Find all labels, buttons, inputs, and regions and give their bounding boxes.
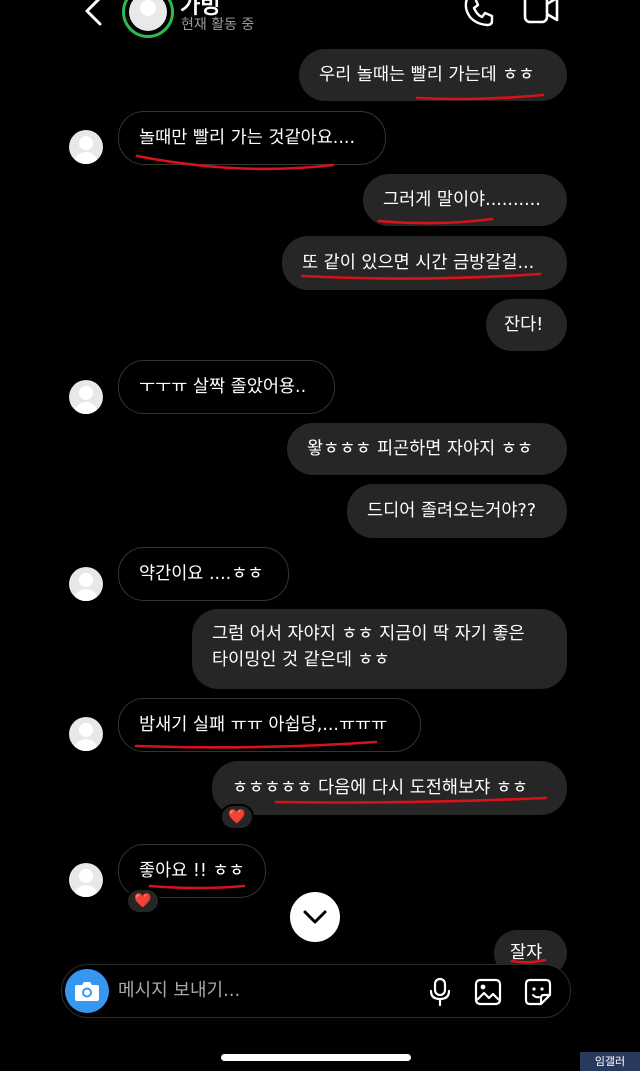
message-text: 약간이요 ....ㅎㅎ — [139, 564, 264, 584]
scroll-to-bottom-button[interactable] — [290, 892, 340, 942]
message-text: ㅜㅜㅠ 살짝 졸았어용.. — [139, 377, 307, 397]
message-text: 좋아요 !! ㅎㅎ — [139, 861, 245, 881]
message-text: ㅎㅎㅎㅎㅎ 다음에 다시 도전해보쟈 ㅎㅎ — [232, 778, 528, 798]
message-bubble[interactable]: 드디어 졸려오는거야?? — [347, 484, 567, 538]
camera-button[interactable] — [65, 969, 109, 1013]
message-bubble[interactable]: 왛ㅎㅎㅎ 피곤하면 자야지 ㅎㅎ — [287, 423, 567, 475]
camera-icon — [75, 982, 99, 1001]
message-bubble[interactable]: 그럼 어서 자야지 ㅎㅎ 지금이 딱 자기 좋은 타이밍인 것 같은데 ㅎㅎ — [192, 609, 567, 689]
message-bubble[interactable]: ㅜㅜㅠ 살짝 졸았어용.. — [118, 360, 335, 414]
active-status: 현재 활동 중 — [181, 17, 255, 33]
message-text: 우리 놀때는 빨리 가는데 ㅎㅎ — [319, 65, 535, 85]
video-call-icon[interactable] — [522, 0, 560, 26]
chevron-down-icon — [303, 910, 327, 924]
message-bubble[interactable]: 그러게 말이야.......... — [363, 174, 567, 226]
message-bubble[interactable]: 밤새기 실패 ㅠㅠ 아쉽당,...ㅠㅠㅠ — [118, 698, 421, 752]
message-input[interactable]: 메시지 보내기... — [118, 965, 408, 1017]
sticker-icon[interactable] — [523, 977, 553, 1007]
message-thread: 가빙 현재 활동 중 우리 놀때는 빨리 가는데 ㅎㅎ 놀때만 빨리 가는 것같… — [0, 0, 640, 1071]
message-text: 잔다! — [504, 315, 544, 335]
message-text: 왛ㅎㅎㅎ 피곤하면 자야지 ㅎㅎ — [307, 439, 533, 459]
message-text: 놀때만 빨리 가는 것같아요.... — [139, 128, 356, 148]
chat-header: 가빙 현재 활동 중 — [0, 0, 640, 42]
sender-avatar[interactable] — [69, 863, 103, 897]
microphone-icon[interactable] — [428, 977, 452, 1007]
message-bubble[interactable]: 놀때만 빨리 가는 것같아요.... — [118, 111, 386, 165]
message-text: 그럼 어서 자야지 ㅎㅎ 지금이 딱 자기 좋은 타이밍인 것 같은데 ㅎㅎ — [212, 624, 525, 670]
sender-avatar[interactable] — [69, 380, 103, 414]
heart-reaction-icon[interactable]: ❤️ — [220, 804, 254, 830]
message-text: 밤새기 실패 ㅠㅠ 아쉽당,...ㅠㅠㅠ — [139, 715, 388, 735]
message-bubble[interactable]: 우리 놀때는 빨리 가는데 ㅎㅎ — [299, 49, 567, 101]
message-bubble[interactable]: 또 같이 있으면 시간 금방갈걸... — [282, 236, 567, 290]
message-text: 그러게 말이야.......... — [383, 190, 541, 210]
home-indicator[interactable] — [221, 1054, 411, 1061]
message-text: 드디어 졸려오는거야?? — [367, 501, 537, 521]
message-bubble[interactable]: 약간이요 ....ㅎㅎ — [118, 547, 289, 601]
heart-reaction-icon[interactable]: ❤️ — [126, 888, 160, 914]
watermark: 임갤러 — [580, 1052, 640, 1071]
message-text: 또 같이 있으면 시간 금방갈걸... — [302, 253, 535, 273]
sender-avatar[interactable] — [69, 130, 103, 164]
message-bubble[interactable]: ㅎㅎㅎㅎㅎ 다음에 다시 도전해보쟈 ㅎㅎ — [212, 761, 567, 815]
back-chevron-icon[interactable] — [82, 0, 106, 30]
phone-icon[interactable] — [462, 0, 496, 28]
contact-avatar[interactable] — [122, 0, 174, 38]
message-bubble[interactable]: 잔다! — [486, 299, 567, 351]
sender-avatar[interactable] — [69, 567, 103, 601]
message-composer: 메시지 보내기... — [61, 964, 571, 1018]
message-text: 잘쟈 — [510, 943, 543, 963]
sender-avatar[interactable] — [69, 717, 103, 751]
gallery-icon[interactable] — [474, 978, 502, 1006]
